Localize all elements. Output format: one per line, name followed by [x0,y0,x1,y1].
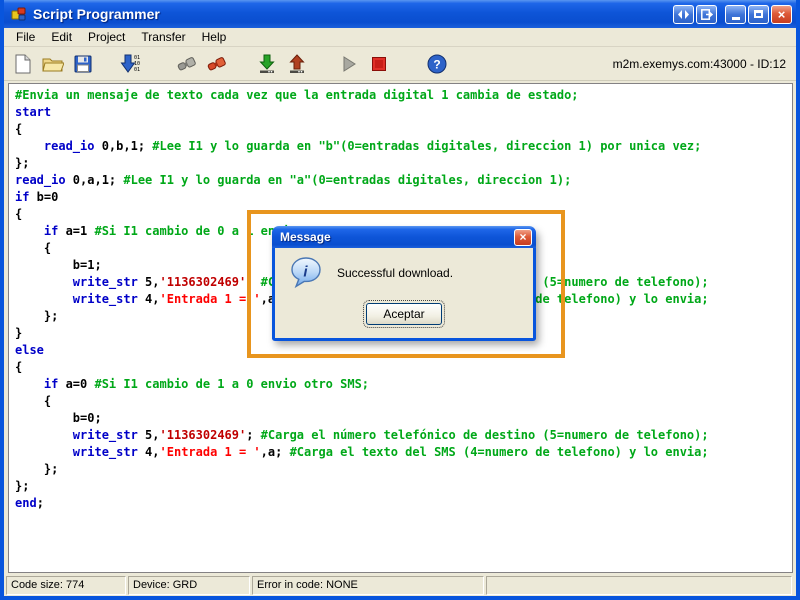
code-line: read_io 0,a,1; #Lee I1 y lo guarda en "a… [15,172,792,189]
detach-window-button[interactable] [696,5,717,24]
code-line: { [15,121,792,138]
plug-disconnected-icon [176,55,198,73]
code-line: { [15,206,792,223]
new-file-icon [14,54,32,74]
upload-button[interactable] [284,51,310,77]
connection-label: m2m.exemys.com:43000 - ID:12 [613,57,786,71]
help-icon: ? [427,54,447,74]
dialog-body: i Successful download. Aceptar [275,248,533,337]
save-icon [74,55,92,73]
code-line: }; [15,461,792,478]
menu-project[interactable]: Project [80,28,133,46]
close-icon: × [778,6,786,23]
code-line: }; [15,478,792,495]
minimize-icon [732,17,740,20]
code-line: }; [15,155,792,172]
status-device: Device: GRD [128,576,250,595]
compile-icon: 011001 [120,53,142,75]
titlebar[interactable]: Script Programmer × [4,0,796,28]
info-icon: i [289,256,323,290]
download-icon [257,54,277,74]
connect-button[interactable] [204,51,230,77]
code-line: #Envia un mensaje de texto cada vez que … [15,87,792,104]
message-dialog: Message × i Successful download. Aceptar [272,227,536,341]
code-line: end; [15,495,792,512]
code-line: b=0; [15,410,792,427]
code-line: start [15,104,792,121]
svg-text:01: 01 [134,67,140,73]
code-line: { [15,359,792,376]
maximize-button[interactable] [748,5,769,24]
accept-button[interactable]: Aceptar [366,303,442,325]
nav-arrows-button[interactable] [673,5,694,24]
svg-text:?: ? [433,57,440,71]
dialog-titlebar[interactable]: Message × [272,226,536,248]
code-line: if b=0 [15,189,792,206]
menubar: File Edit Project Transfer Help [4,28,796,47]
menu-help[interactable]: Help [194,28,235,46]
code-line: write_str 4,'Entrada 1 = ',a; #Carga el … [15,444,792,461]
code-line: write_str 5,'1136302469'; #Carga el núme… [15,427,792,444]
new-file-button[interactable] [10,51,36,77]
dialog-close-button[interactable]: × [514,229,532,246]
stop-icon [371,56,387,72]
close-button[interactable]: × [771,5,792,24]
code-line: { [15,393,792,410]
stop-button[interactable] [366,51,392,77]
menu-edit[interactable]: Edit [43,28,80,46]
code-line: else [15,342,792,359]
save-button[interactable] [70,51,96,77]
open-folder-icon [42,55,64,73]
menu-transfer[interactable]: Transfer [133,28,193,46]
dialog-close-icon: × [519,230,526,244]
run-button[interactable] [336,51,362,77]
code-line: if a=0 #Si I1 cambio de 1 a 0 envio otro… [15,376,792,393]
maximize-icon [754,10,763,18]
app-icon [10,5,28,23]
code-line: read_io 0,b,1; #Lee I1 y lo guarda en "b… [15,138,792,155]
status-error: Error in code: NONE [252,576,484,595]
compile-button[interactable]: 011001 [118,51,144,77]
open-file-button[interactable] [40,51,66,77]
plug-connected-icon [206,55,228,73]
menu-file[interactable]: File [8,28,43,46]
app-window: Script Programmer × File Edit Project Tr… [0,0,800,600]
minimize-button[interactable] [725,5,746,24]
window-title: Script Programmer [33,6,671,22]
toolbar: 011001 ? m2m.exemys.com:43000 - ID:12 [4,47,796,81]
upload-icon [287,54,307,74]
download-button[interactable] [254,51,280,77]
help-button[interactable]: ? [424,51,450,77]
play-icon [341,56,357,72]
status-code-size: Code size: 774 [6,576,126,595]
statusbar: Code size: 774 Device: GRD Error in code… [4,574,796,596]
disconnect-button[interactable] [174,51,200,77]
dialog-title: Message [280,230,514,244]
dialog-message: Successful download. [337,266,453,280]
status-empty [486,576,792,595]
